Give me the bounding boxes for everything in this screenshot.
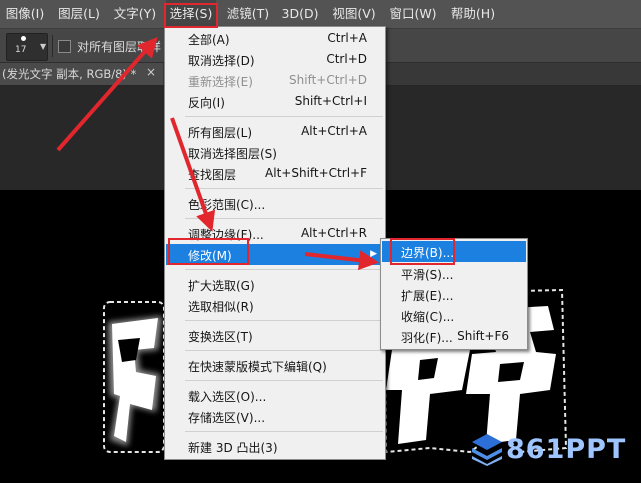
menu-layer[interactable]: 图层(L) [56,0,102,28]
sample-all-layers-label: 对所有图层取样 [77,40,162,54]
menu-item-load-selection[interactable]: 载入选区(O)... [166,385,384,406]
menu-item-label: 存储选区(V)... [188,411,266,425]
watermark-text: 861PPT [506,434,627,465]
menu-item-label: 变换选区(T) [188,330,253,344]
menu-item-color-range[interactable]: 色彩范围(C)... [166,193,384,214]
submenu-item-expand[interactable]: 扩展(E)... [382,284,526,305]
menu-item-label: 取消选择(D) [188,54,255,68]
menu-filter[interactable]: 滤镜(T) [224,0,272,28]
menu-3d[interactable]: 3D(D) [280,0,320,28]
menu-item-shortcut: Ctrl+A [327,31,367,45]
menu-window[interactable]: 窗口(W) [388,0,438,28]
submenu-item-feather[interactable]: 羽化(F)... Shift+F6 [382,326,526,347]
menu-item-label: 新建 3D 凸出(3) [188,441,278,455]
menu-item-label: 羽化(F)... [401,331,453,345]
layers-logo-icon [472,434,502,466]
glyph-left [103,301,165,453]
menu-item-label: 扩大选取(G) [188,279,255,293]
menu-image[interactable]: 图像(I) [2,0,48,28]
menu-separator [185,350,383,351]
menu-separator [185,116,383,117]
menu-help[interactable]: 帮助(H) [448,0,498,28]
menu-item-all-layers[interactable]: 所有图层(L) Alt+Ctrl+A [166,121,384,142]
submenu-item-contract[interactable]: 收缩(C)... [382,305,526,326]
menu-item-shortcut: Shift+Ctrl+D [289,73,367,87]
menu-item-label: 反向(I) [188,96,225,110]
close-icon[interactable]: × [146,65,156,79]
menu-item-label: 载入选区(O)... [188,390,267,404]
highlight-box-modify [168,238,249,265]
menu-item-label: 查找图层 [188,168,237,182]
menu-item-shortcut: Shift+F6 [457,329,509,343]
menu-item-shortcut: Alt+Ctrl+A [301,124,367,138]
menu-bar: 图像(I) 图层(L) 文字(Y) 选择(S) 滤镜(T) 3D(D) 视图(V… [0,0,641,29]
submenu-arrow-icon: ▶ [370,249,377,259]
menu-item-label: 收缩(C)... [401,310,455,324]
menu-item-new-3d-extrusion[interactable]: 新建 3D 凸出(3) [166,436,384,457]
menu-separator [185,269,383,270]
menu-item-deselect[interactable]: 取消选择(D) Ctrl+D [166,49,384,70]
menu-item-label: 全部(A) [188,33,230,47]
menu-separator [185,218,383,219]
menu-item-similar[interactable]: 选取相似(R) [166,295,384,316]
menu-item-shortcut: Ctrl+D [326,52,367,66]
menu-item-select-all[interactable]: 全部(A) Ctrl+A [166,28,384,49]
menu-item-inverse[interactable]: 反向(I) Shift+Ctrl+I [166,91,384,112]
menu-separator [185,380,383,381]
menu-item-shortcut: Shift+Ctrl+I [294,94,367,108]
menu-item-label: 色彩范围(C)... [188,198,266,212]
menu-item-shortcut: Alt+Shift+Ctrl+F [265,166,367,180]
brush-size-value: 17 [15,45,27,55]
brush-preset-picker[interactable]: 17 ▼ [6,33,48,61]
chevron-down-icon[interactable]: ▼ [40,42,46,51]
menu-item-label: 取消选择图层(S) [188,147,277,161]
menu-separator [185,188,383,189]
sample-all-layers-checkbox[interactable] [58,40,71,53]
menu-item-label: 在快速蒙版模式下编辑(Q) [188,360,327,374]
menu-item-quick-mask[interactable]: 在快速蒙版模式下编辑(Q) [166,355,384,376]
brush-tip-icon [21,36,26,41]
watermark-logo: 861PPT [470,432,635,468]
menu-item-label: 选取相似(R) [188,300,254,314]
menu-item-save-selection[interactable]: 存储选区(V)... [166,406,384,427]
menu-separator [185,320,383,321]
menu-item-transform-selection[interactable]: 变换选区(T) [166,325,384,346]
menu-view[interactable]: 视图(V) [330,0,378,28]
menu-item-find-layers[interactable]: 查找图层 Alt+Shift+Ctrl+F [166,163,384,184]
document-tab[interactable]: (发光文字 副本, RGB/8) * × [0,63,163,85]
menu-type[interactable]: 文字(Y) [111,0,159,28]
menu-item-shortcut: Alt+Ctrl+R [300,226,367,240]
menu-separator [185,431,383,432]
menu-item-deselect-layers[interactable]: 取消选择图层(S) [166,142,384,163]
highlight-box-select-menu [164,3,218,28]
menu-item-label: 平滑(S)... [401,268,454,282]
options-divider [52,35,53,57]
highlight-box-border [390,238,455,265]
menu-item-label: 重新选择(E) [188,75,253,89]
menu-item-label: 扩展(E)... [401,289,454,303]
document-tab-label: (发光文字 副本, RGB/8) * [2,67,137,81]
submenu-item-smooth[interactable]: 平滑(S)... [382,263,526,284]
menu-item-label: 所有图层(L) [188,126,253,140]
menu-item-reselect[interactable]: 重新选择(E) Shift+Ctrl+D [166,70,384,91]
menu-item-grow[interactable]: 扩大选取(G) [166,274,384,295]
